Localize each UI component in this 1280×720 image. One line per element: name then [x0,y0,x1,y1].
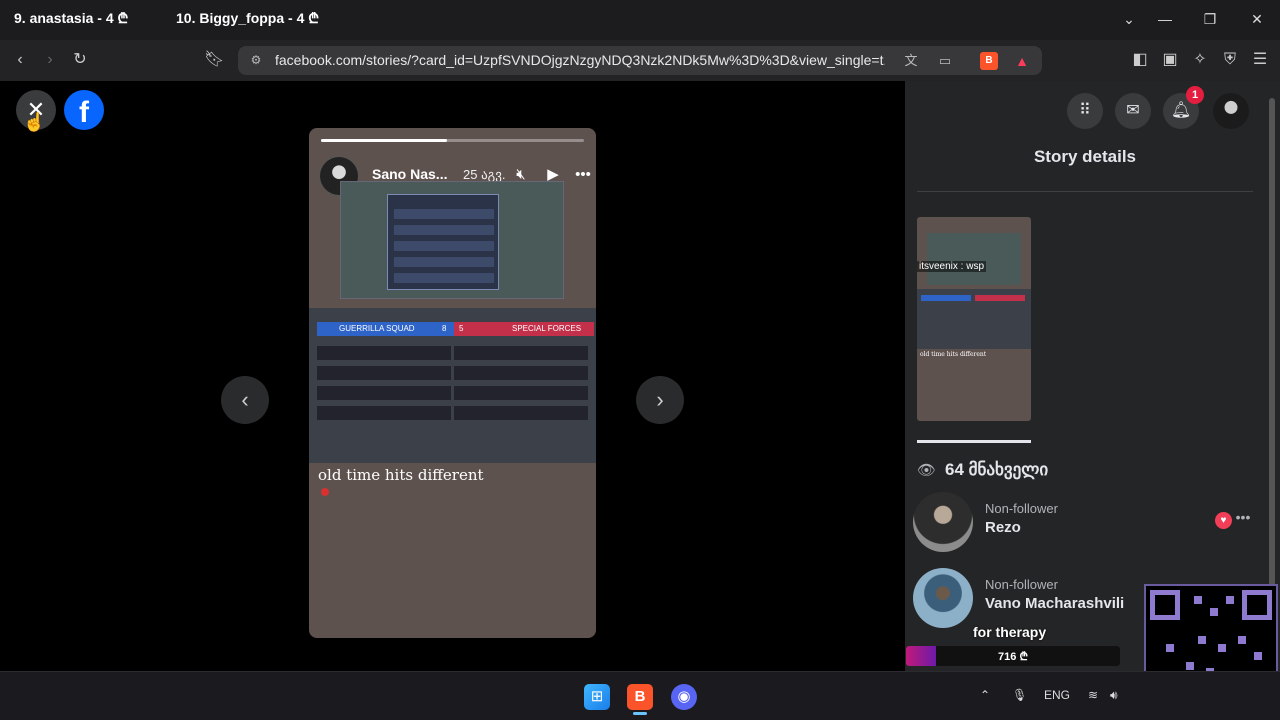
window-close-icon[interactable]: ✕ [1248,10,1266,28]
donation-goal-bar: 716 ₾ [906,646,1120,666]
thumbnail-sticker: itsveenix : wsp [917,261,987,272]
discord-icon[interactable]: ◉ [671,684,697,710]
team-a-score: 8 [442,324,447,333]
brave-shield-icon[interactable]: B [980,52,998,70]
viewer-status: Non-follower [985,577,1058,592]
thumbnail-selected-indicator [917,440,1031,443]
brave-browser-icon[interactable]: B [627,684,653,710]
hamburger-menu-icon[interactable]: ☰ [1250,50,1270,70]
wallet-icon[interactable]: ▣ [1160,50,1180,70]
story-thumbnail[interactable]: itsveenix : wsp old time hits different [917,217,1031,421]
tab-anastasia[interactable]: 9. anastasia - 4 ₾ [14,8,128,32]
viewer-status: Non-follower [985,501,1058,516]
viewer-row[interactable]: Non-follower Rezo ♥ ••• [913,492,1253,552]
story-more-icon[interactable]: ••• [573,165,593,185]
game-menu-panel [387,194,499,290]
viewer-more-icon[interactable]: ••• [1235,509,1251,529]
sidebar-icon[interactable]: ◧ [1130,50,1150,70]
browser-toolbar: ‹ › ↻ 🔖︎ ⚙ facebook.com/stories/?card_id… [0,40,1280,81]
leo-icon[interactable]: ✧ [1190,50,1210,70]
windows-start-icon[interactable]: ⊞ [584,684,610,710]
story-viewer: ✕ f ☝ ‹ › Sano Nas... 25 აგვ. 🔇︎ ▶ ••• G [0,81,905,671]
restore-icon[interactable]: ❐ [1201,10,1219,28]
translate-icon[interactable]: 文 [902,52,920,70]
facebook-logo-icon[interactable]: f [64,90,104,130]
viewer-name[interactable]: Vano Macharashvili [985,595,1124,612]
heart-reaction-icon: ♥ [1215,512,1232,529]
story-screenshot-scoreboard: GUERRILLA SQUAD 8 SPECIAL FORCES 5 [309,308,596,463]
story-author-name[interactable]: Sano Nas... [372,166,447,182]
notification-badge: 1 [1186,86,1204,104]
address-bar[interactable]: ⚙ facebook.com/stories/?card_id=UzpfSVND… [238,46,1042,75]
cast-icon[interactable]: ▭ [936,52,954,70]
viewer-avatar[interactable] [913,568,973,628]
story-progress-fill [321,139,448,142]
reload-icon[interactable]: ↻ [70,50,90,70]
panel-scroll-thumb[interactable] [1269,98,1275,638]
active-app-indicator [633,712,647,715]
back-arrow-icon[interactable]: ‹ [10,50,30,70]
story-screenshot-top [340,181,564,299]
caption-emoji-icon [321,488,329,496]
story-caption: old time hits different [318,466,484,484]
team-b-label: SPECIAL FORCES [454,322,594,336]
url-text[interactable]: facebook.com/stories/?card_id=UzpfSVNDOj… [275,52,885,68]
donation-goal-title: for therapy [973,624,1047,640]
viewer-avatar[interactable] [913,492,973,552]
thumbnail-caption: old time hits different [920,351,987,358]
microphone-icon[interactable]: 🎙︎ [1012,688,1027,702]
previous-story-button[interactable]: ‹ [221,376,269,424]
panel-scrollbar[interactable] [1268,86,1276,646]
story-details-panel: ⠿ ✉ 🔔︎ 1 Story details itsveenix : wsp o… [905,81,1280,671]
eye-icon: 👁︎ [917,462,937,479]
team-a-label: GUERRILLA SQUAD [317,322,457,336]
tray-chevron-icon[interactable]: ⌃ [980,688,990,702]
team-b-score: 5 [459,324,464,333]
donation-goal-amount: 716 ₾ [998,651,1028,663]
messenger-icon[interactable]: ✉ [1115,93,1151,129]
tab-strip: 9. anastasia - 4 ₾ 10. Biggy_foppa - 4 ₾… [0,0,1280,40]
vpn-icon[interactable]: ⛨ [1220,50,1240,70]
panel-title: Story details [1033,147,1137,166]
story-progress-bar [321,139,584,142]
menu-grid-icon[interactable]: ⠿ [1067,93,1103,129]
tune-icon[interactable]: ⚙ [248,53,264,69]
story-card[interactable]: Sano Nas... 25 აგვ. 🔇︎ ▶ ••• GUERRILLA S… [309,128,596,638]
tab-biggy-foppa[interactable]: 10. Biggy_foppa - 4 ₾ [176,8,319,32]
next-story-button[interactable]: › [636,376,684,424]
account-avatar[interactable] [1213,93,1249,129]
volume-icon[interactable]: 🔊︎ [1110,688,1118,703]
windows-taskbar: ⊞ B ◉ ⌃ 🎙︎ ENG ≋ 🔊︎ [0,671,1280,720]
tab-search-chevron-icon[interactable]: ⌄ [1120,10,1138,28]
mouse-cursor-icon: ☝ [23,112,46,132]
viewers-count: 64 მნახველი [945,460,1049,479]
panel-divider [917,191,1253,192]
forward-arrow-icon[interactable]: › [40,50,60,70]
brave-rewards-icon[interactable]: ▲ [1013,52,1031,70]
language-indicator[interactable]: ENG [1044,688,1070,702]
viewer-name[interactable]: Rezo [985,519,1021,536]
bookmark-icon[interactable]: 🔖︎ [204,50,224,70]
wifi-icon[interactable]: ≋ [1088,688,1098,702]
minimize-icon[interactable]: — [1156,10,1174,28]
